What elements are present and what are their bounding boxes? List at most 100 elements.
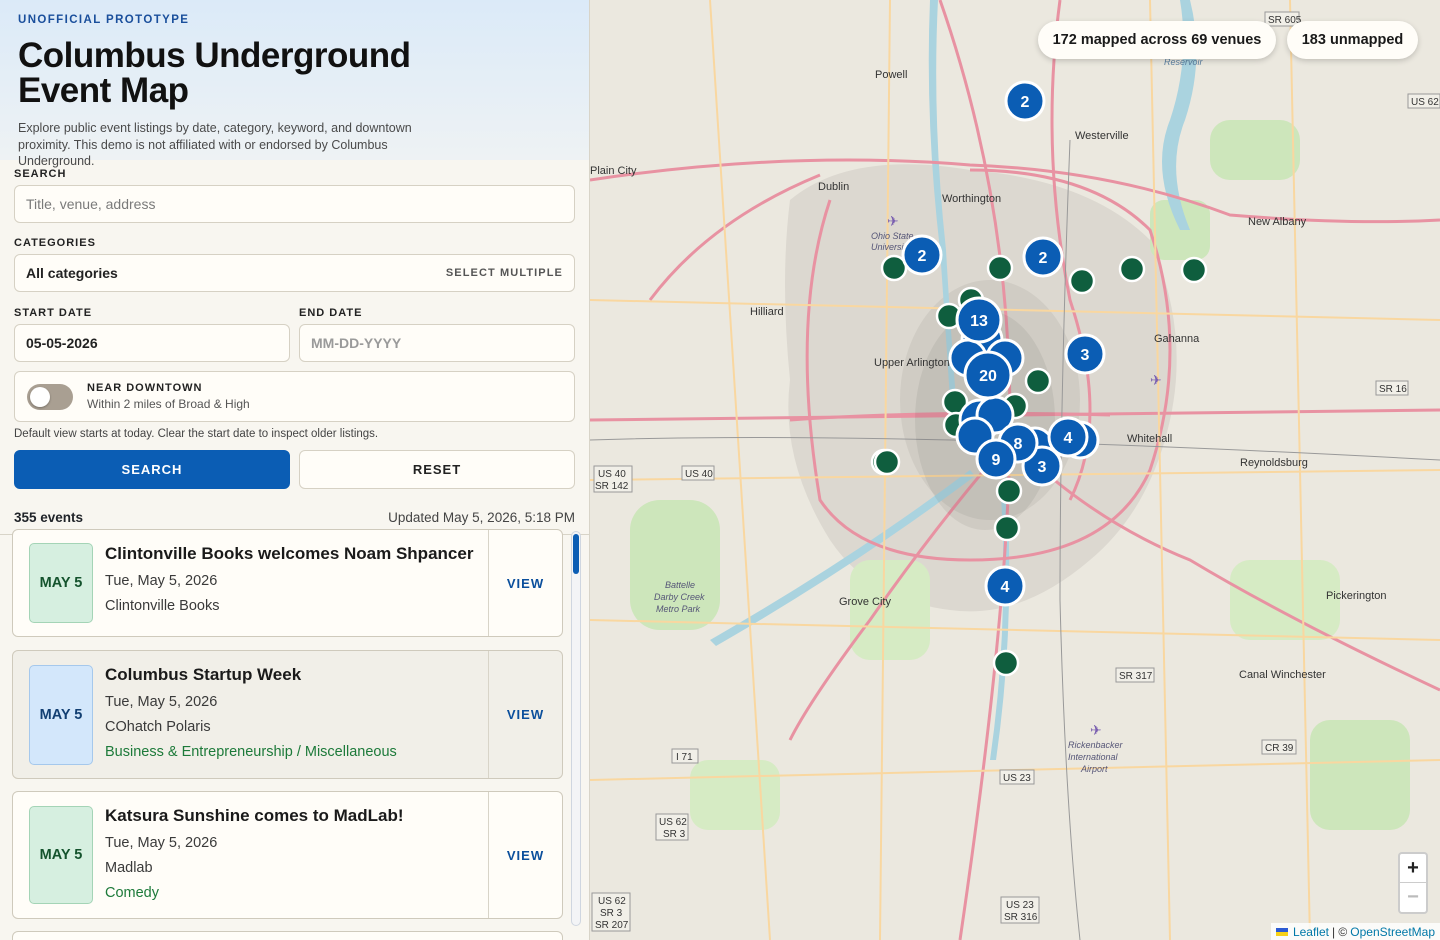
event-marker[interactable] [993, 514, 1021, 542]
event-date: Tue, May 5, 2026 [105, 694, 218, 710]
page-description: Explore public event listings by date, c… [18, 121, 412, 168]
near-downtown-title: NEAR DOWNTOWN [87, 382, 203, 394]
map-label-upper-arlington: Upper Arlington [874, 357, 950, 369]
event-list[interactable]: MAY 5 Clintonville Books welcomes Noam S… [0, 519, 589, 940]
cluster-marker[interactable]: 2 [901, 234, 943, 276]
event-marker[interactable] [1024, 367, 1052, 395]
zoom-out-button[interactable]: − [1400, 883, 1426, 912]
route-shield: US 62SR 3SR 207 [591, 892, 631, 932]
date-badge: MAY 5 [29, 806, 93, 904]
cluster-marker[interactable]: 9 [975, 438, 1017, 480]
zoom-control: + − [1398, 852, 1428, 914]
cluster-count: 20 [979, 368, 997, 385]
search-input[interactable]: Title, venue, address [14, 185, 575, 223]
airport-icon: ✈ [1090, 722, 1102, 738]
map-label-powell: Powell [875, 69, 907, 81]
start-date-label: START DATE [14, 307, 93, 319]
route-shield: US 62 [1407, 93, 1440, 109]
event-title[interactable]: Katsura Sunshine comes to MadLab! [105, 806, 488, 826]
svg-text:SR 3: SR 3 [600, 908, 623, 919]
map-label-hilliard: Hilliard [750, 306, 784, 318]
svg-text:Darby Creek: Darby Creek [654, 592, 705, 602]
event-venue: COhatch Polaris [105, 719, 211, 735]
route-shield: SR 16 [1375, 380, 1409, 396]
cluster-count: 2 [918, 248, 927, 265]
route-shield: US 40 [681, 465, 715, 481]
near-downtown-switch[interactable] [27, 383, 73, 410]
cluster-marker[interactable]: 2 [1004, 80, 1046, 122]
event-date: Tue, May 5, 2026 [105, 573, 218, 589]
cluster-marker[interactable]: 4 [984, 565, 1026, 607]
search-button[interactable]: SEARCH [14, 450, 290, 489]
cluster-marker[interactable]: 13 [955, 296, 1003, 344]
map-label-gahanna: Gahanna [1154, 333, 1200, 345]
svg-text:US 40: US 40 [598, 469, 626, 480]
ukraine-flag-icon [1275, 927, 1288, 936]
airport-icon: ✈ [887, 213, 899, 229]
map-label-osu: Ohio State [871, 231, 914, 241]
event-date: Tue, May 5, 2026 [105, 835, 218, 851]
filter-form: SEARCH Title, venue, address CATEGORIES … [0, 168, 589, 489]
event-marker[interactable] [873, 448, 901, 476]
event-card[interactable]: MAY 5 Katsura Sunshine comes to MadLab! … [12, 791, 563, 919]
event-title[interactable]: Columbus Startup Week [105, 665, 488, 685]
attribution-separator: | © [1331, 924, 1348, 939]
scrollbar-thumb[interactable] [573, 534, 579, 574]
svg-text:US 62: US 62 [598, 896, 626, 907]
list-scrollbar[interactable] [571, 531, 581, 926]
cluster-count: 13 [970, 313, 988, 330]
map-label-westerville: Westerville [1075, 130, 1129, 142]
event-marker[interactable] [1068, 267, 1096, 295]
end-date-input[interactable]: MM-DD-YYYY [299, 324, 575, 362]
categories-select[interactable]: All categories SELECT MULTIPLE [14, 254, 575, 292]
map-label-grove-city: Grove City [839, 596, 891, 608]
svg-text:US 62: US 62 [1411, 97, 1439, 108]
zoom-in-button[interactable]: + [1400, 854, 1426, 883]
cluster-marker[interactable]: 2 [1022, 236, 1064, 278]
leaflet-link[interactable]: Leaflet [1293, 925, 1329, 939]
svg-text:Metro Park: Metro Park [656, 604, 701, 614]
mapped-summary-pill: 172 mapped across 69 venues [1038, 21, 1276, 59]
map-tiles[interactable]: Powell Westerville Plain City Dublin Wor… [590, 0, 1440, 940]
start-date-input[interactable]: 05-05-2026 [14, 324, 290, 362]
osm-link[interactable]: OpenStreetMap [1350, 925, 1435, 939]
cluster-count: 2 [1021, 94, 1030, 111]
map-label-canal-winchester: Canal Winchester [1239, 669, 1326, 681]
event-venue: Clintonville Books [105, 598, 220, 614]
search-label: SEARCH [14, 168, 67, 180]
svg-text:US 40: US 40 [685, 469, 713, 480]
cluster-marker[interactable]: 20 [963, 350, 1013, 400]
view-button[interactable]: VIEW [488, 651, 562, 778]
end-date-label: END DATE [299, 307, 363, 319]
svg-text:SR 142: SR 142 [595, 481, 629, 492]
event-marker[interactable] [986, 254, 1014, 282]
route-shield: US 23SR 316 [1000, 896, 1040, 924]
categories-value: All categories [26, 265, 118, 281]
view-button[interactable]: VIEW [488, 792, 562, 918]
cluster-count: 4 [1001, 579, 1010, 596]
reset-button[interactable]: RESET [299, 450, 575, 489]
svg-text:US 23: US 23 [1006, 900, 1034, 911]
svg-text:Airport: Airport [1080, 764, 1108, 774]
route-shield: SR 317 [1115, 667, 1155, 683]
cluster-count: 9 [992, 452, 1001, 469]
cluster-count: 4 [1064, 430, 1073, 447]
event-map[interactable]: Powell Westerville Plain City Dublin Wor… [590, 0, 1440, 940]
event-title[interactable]: Clintonville Books welcomes Noam Shpance… [105, 544, 488, 564]
event-marker[interactable] [1118, 255, 1146, 283]
event-marker[interactable] [992, 649, 1020, 677]
event-card[interactable] [12, 931, 563, 940]
view-button[interactable]: VIEW [488, 530, 562, 636]
route-shield: I 71 [671, 748, 699, 764]
cluster-marker[interactable]: 3 [1064, 333, 1106, 375]
svg-text:I 71: I 71 [676, 752, 693, 763]
event-categories: Business & Entrepreneurship / Miscellane… [105, 744, 397, 760]
map-label-new-albany: New Albany [1248, 216, 1307, 228]
unmapped-summary-pill[interactable]: 183 unmapped [1287, 21, 1418, 59]
near-downtown-toggle-row: NEAR DOWNTOWN Within 2 miles of Broad & … [14, 371, 575, 422]
event-card[interactable]: MAY 5 Columbus Startup Week Tue, May 5, … [12, 650, 563, 779]
event-marker[interactable] [995, 477, 1023, 505]
event-card[interactable]: MAY 5 Clintonville Books welcomes Noam S… [12, 529, 563, 637]
sidebar-header: UNOFFICIAL PROTOTYPE Columbus Undergroun… [0, 0, 589, 168]
event-marker[interactable] [1180, 256, 1208, 284]
